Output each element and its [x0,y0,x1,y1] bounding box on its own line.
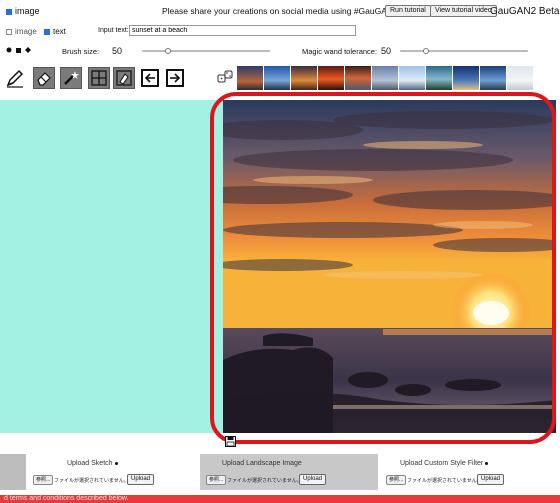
magic-wand-label: Magic wand tolerance: [302,47,378,56]
style-swatch-cloudy-sky[interactable] [372,66,398,90]
no-file-text-style: ファイルが選択されていません。 [407,478,482,484]
terms-banner: d terms and conditions described below. [0,495,560,503]
magic-wand-value: 50 [381,46,392,56]
dice-icon [217,70,233,83]
run-tutorial-button[interactable]: Run tutorial [385,5,431,17]
style-swatch-mountain-sky[interactable] [345,66,371,90]
upload-landscape-button[interactable]: Upload [299,474,327,485]
brush-size-slider-thumb[interactable] [164,48,171,54]
upload-landscape-title: Upload Landscape Image [222,460,302,467]
magic-wand-icon [64,71,79,85]
app-title: GauGAN2 Beta [490,6,560,17]
segmentation-canvas[interactable] [0,100,223,433]
upload-sketch-title: Upload Sketch [67,460,118,467]
no-file-text-landscape: ファイルが選択されていません。 [227,478,302,484]
browse-sketch-button[interactable]: 参照... [33,475,54,485]
highlight-outline [210,92,556,444]
paint-bucket-icon [116,70,132,86]
style-swatch-desert-sky[interactable] [426,66,452,90]
redo-button[interactable] [166,69,184,87]
style-swatch-lake-sky[interactable] [399,66,425,90]
checkbox-checked-text[interactable] [44,28,50,35]
upload-style-panel: Upload Custom Style Filter 参照... ファイルが選択… [378,454,560,490]
browse-landscape-button[interactable]: 参照... [206,475,227,485]
grid-icon [91,70,107,86]
floppy-disk-icon [225,436,236,447]
magic-wand-tool-button[interactable] [60,67,82,89]
brush-shapes-icon[interactable] [5,46,33,54]
pencil-tool-button[interactable] [4,67,26,89]
upload-landscape-panel: Upload Landscape Image 参照... ファイルが選択されてい… [200,454,378,490]
magic-wand-slider[interactable] [400,50,528,52]
brush-size-slider[interactable] [142,50,270,52]
upload-sketch-panel: Upload Sketch 参照... ファイルが選択されていません。 Uplo… [26,454,200,490]
undo-arrow-icon [144,73,155,83]
image-checkbox-row2[interactable]: image [6,27,37,36]
save-button[interactable] [225,436,237,448]
browse-style-button[interactable]: 参照... [386,475,407,485]
style-swatch-night-sky[interactable] [480,66,506,90]
input-text-label: Input text: [98,27,129,34]
brush-shape-selector[interactable] [5,46,33,54]
eraser-icon [37,72,51,86]
brush-size-label: Brush size: [62,47,100,56]
upload-style-title: Upload Custom Style Filter [400,460,489,467]
no-file-text-sketch: ファイルが選択されていません。 [54,478,129,484]
random-style-button[interactable] [215,68,235,88]
style-swatch-pale-sky[interactable] [507,66,533,90]
undo-button[interactable] [141,69,159,87]
text-label: text [53,27,66,36]
left-side-panel [0,454,26,490]
pencil-icon [6,69,24,88]
image-label: image [15,6,40,16]
style-swatch-sunset-sky[interactable] [237,66,263,90]
input-text-field[interactable] [129,25,356,36]
image-checkbox-row1[interactable]: image [6,6,40,16]
eraser-tool-button[interactable] [33,67,55,89]
checkbox-checked[interactable] [6,8,12,15]
magic-wand-slider-thumb[interactable] [422,48,429,54]
redo-arrow-icon [170,73,181,83]
upload-sketch-button[interactable]: Upload [127,474,155,485]
share-text: Please share your creations on social me… [162,6,394,16]
text-checkbox[interactable]: text [44,27,66,36]
paint-bucket-tool-button[interactable] [113,67,135,89]
upload-style-button[interactable]: Upload [477,474,505,485]
image-label-2: image [15,27,37,36]
grid-tool-button[interactable] [88,67,110,89]
style-swatch-blue-sky[interactable] [264,66,290,90]
style-swatch-sea-sky[interactable] [453,66,479,90]
brush-size-value: 50 [112,46,123,56]
checkbox-unchecked[interactable] [6,28,12,35]
view-tutorial-video-button[interactable]: View tutorial video [430,5,497,17]
style-swatch-red-sunset[interactable] [318,66,344,90]
style-swatch-orange-dusk[interactable] [291,66,317,90]
